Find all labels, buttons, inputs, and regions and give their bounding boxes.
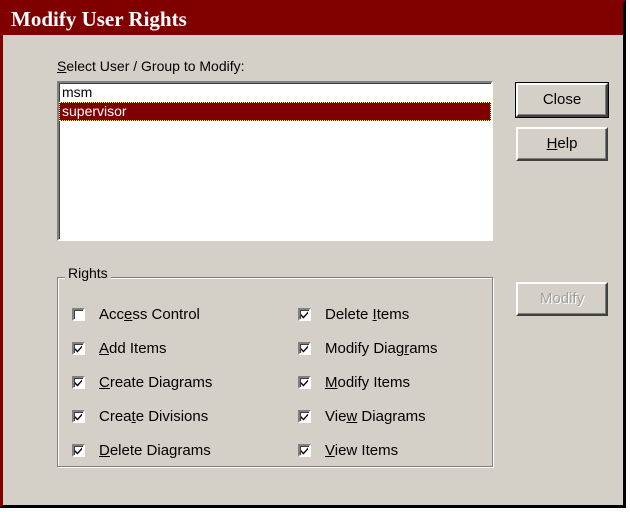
checkbox-box[interactable] [72,341,85,355]
checkbox-label: Access Control [99,306,200,323]
right-checkbox-modify-diagrams[interactable]: Modify Diagrams [298,338,438,358]
label-part: M [325,373,338,391]
label-part: w [346,407,358,425]
checkbox-box[interactable] [72,307,85,321]
label-part: iew Items [334,441,399,459]
label-part: dd Items [109,339,167,357]
checkbox-label: View Items [325,442,398,459]
right-checkbox-delete-diagrams[interactable]: Delete Diagrams [72,440,211,460]
checkbox-label: Modify Diagrams [325,340,438,357]
label-part: odify Items [337,373,411,391]
checkmark-icon [301,345,308,352]
button-mnemonic: H [546,135,558,152]
label-part: ss Control [132,305,200,323]
label-part: C [99,373,110,391]
label-part: Modify Diag [325,339,405,357]
checkbox-box[interactable] [298,341,311,355]
checkbox-label: Delete Items [325,306,409,323]
checkbox-box[interactable] [298,443,311,457]
right-checkbox-add-items[interactable]: Add Items [72,338,167,358]
label-part: Diagrams [357,407,426,425]
label-part: ams [409,339,438,357]
checkmark-icon [75,447,82,454]
list-item-supervisor[interactable]: supervisor [59,102,491,121]
checkbox-box[interactable] [72,409,85,423]
label-part: e Divisions [135,407,209,425]
checkmark-icon [301,447,308,454]
window-title: Modify User Rights [3,3,623,35]
modify-button[interactable]: Modify [516,282,608,316]
button-label: Modify [539,290,585,307]
label-part: A [99,339,110,357]
label-part: Crea [99,407,132,425]
checkbox-label: Create Divisions [99,408,208,425]
label-part: V [325,441,335,459]
close-button[interactable]: Close [515,82,609,118]
checkmark-icon [301,413,308,420]
label-part: Delete [325,305,373,323]
checkmark-icon [75,413,82,420]
checkbox-label: Create Diagrams [99,374,212,391]
checkmark-icon [75,345,82,352]
help-button[interactable]: Help [516,127,608,161]
checkbox-label: View Diagrams [325,408,426,425]
label-part: Vie [325,407,347,425]
select-user-label: Select User / Group to Modify: [57,58,245,74]
right-checkbox-access-control[interactable]: Access Control [72,304,200,324]
right-checkbox-view-diagrams[interactable]: View Diagrams [298,406,426,426]
checkmark-icon [301,379,308,386]
checkbox-box[interactable] [298,307,311,321]
list-item-msm[interactable]: msm [59,83,491,102]
checkbox-label: Modify Items [325,374,410,391]
label-part: reate Diagrams [109,373,213,391]
button-label: elp [557,135,578,152]
checkbox-label: Add Items [99,340,167,357]
label-part: tems [376,305,410,323]
checkbox-box[interactable] [298,409,311,423]
checkbox-label: Delete Diagrams [99,442,211,459]
right-checkbox-create-divisions[interactable]: Create Divisions [72,406,208,426]
label-mnemonic: S [57,58,67,74]
right-checkbox-create-diagrams[interactable]: Create Diagrams [72,372,212,392]
modify-user-rights-dialog: Modify User Rights Select User / Group t… [0,0,626,508]
label-part: Acc [99,305,125,323]
checkbox-box[interactable] [298,375,311,389]
label-part: D [99,441,110,459]
checkbox-box[interactable] [72,375,85,389]
right-checkbox-view-items[interactable]: View Items [298,440,398,460]
checkmark-icon [301,311,308,318]
button-label: Close [542,91,582,108]
rights-legend: Rights [65,265,111,281]
checkbox-box[interactable] [72,443,85,457]
user-group-listbox[interactable]: msm supervisor [57,81,493,241]
label-part: elect User / Group to Modify: [66,58,245,74]
checkmark-icon [75,379,82,386]
right-checkbox-delete-items[interactable]: Delete Items [298,304,409,324]
right-checkbox-modify-items[interactable]: Modify Items [298,372,410,392]
label-part: elete Diagrams [109,441,211,459]
